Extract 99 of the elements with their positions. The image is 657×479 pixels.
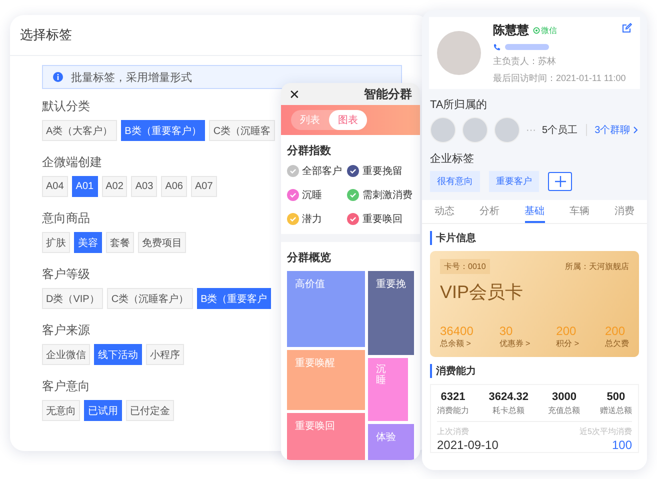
stat-value: 3624.32 (488, 391, 528, 403)
tag-option[interactable]: 免费项目 (138, 232, 186, 253)
legend-label: 沉睡 (302, 188, 322, 202)
stat-label: 优惠券 > (499, 338, 530, 349)
block-label: 高价值 (295, 279, 325, 290)
stat-value: 3000 (550, 391, 578, 403)
tag-option[interactable]: A02 (102, 176, 128, 197)
plus-icon (554, 176, 566, 187)
stat-label: 赠送总额 (600, 405, 632, 416)
stat-value: 6321 (440, 391, 466, 403)
legend-label: 全部客户 (302, 164, 342, 178)
legend-label: 潜力 (302, 212, 322, 226)
block-label: 体验 (376, 432, 396, 444)
card-store: 所属：天河旗舰店 (565, 261, 629, 272)
tag-option[interactable]: A01 (72, 176, 98, 197)
group-label: 客户等级 (42, 266, 90, 283)
more-dots: ··· (526, 124, 536, 136)
staff-count: 5个员工 (542, 124, 578, 137)
tag-option[interactable]: A04 (42, 176, 68, 197)
enterprise-tag[interactable]: 很有意向 (430, 171, 480, 192)
panel-title: 智能分群 (364, 86, 412, 102)
stat-value: 200 (605, 324, 626, 338)
group-label: 默认分类 (42, 98, 90, 115)
detail-tab[interactable]: 分析 (480, 200, 500, 223)
notice-text: 批量标签，采用增量形式 (71, 70, 192, 84)
avatar-placeholder (437, 31, 481, 75)
stat-label: 消费能力 (437, 405, 469, 416)
stat-label: 充值总额 (548, 405, 580, 416)
block-label: 重要挽 (376, 279, 406, 290)
tag-option[interactable]: C类（沉睡客 (209, 120, 275, 141)
card-name: VIP会员卡 (440, 281, 524, 304)
tag-option[interactable]: 扩肤 (42, 232, 70, 253)
section-title: TA所归属的 (430, 98, 488, 112)
section-title: 企业标签 (430, 152, 475, 166)
owner-text: 主负责人：苏林 (493, 54, 557, 68)
staff-avatar-placeholder (462, 117, 488, 143)
group-label: 客户来源 (42, 322, 90, 339)
section-title: 分群概览 (287, 250, 332, 265)
group-chat-link[interactable]: 3个群聊 (594, 123, 638, 137)
tag-option[interactable]: D类（VIP） (42, 288, 104, 309)
last-spend-label: 上次消费 (437, 426, 470, 437)
stat-label: 总余额 > (440, 338, 472, 349)
edit-icon[interactable] (622, 23, 632, 33)
card-number: 卡号：0010 (440, 259, 490, 274)
phone-icon (493, 42, 501, 50)
staff-avatar-placeholder (494, 117, 520, 143)
at-icon (533, 26, 540, 34)
stat-value: 500 (606, 391, 626, 403)
stat-value: 200 (556, 324, 578, 338)
panel-title: 选择标签 (20, 26, 72, 44)
stat-value: 36400 (440, 324, 474, 338)
tag-option[interactable]: 已付定金 (126, 400, 174, 421)
chevron-right-icon (633, 126, 638, 134)
section-title: 卡片信息 (430, 231, 647, 245)
detail-tab[interactable]: 动态 (434, 200, 454, 223)
detail-tab[interactable]: 消费 (614, 200, 634, 223)
tag-option[interactable]: B类（重要客户） (120, 120, 206, 141)
stat-label: 耗卡总额 (492, 405, 526, 416)
tag-option[interactable]: A07 (190, 176, 217, 197)
tag-option[interactable]: 美容 (74, 232, 102, 253)
section-title: 消费能力 (430, 364, 647, 378)
last-visit-text: 最后回访时间：2021-01-11 11:00 (493, 72, 626, 84)
stat-label: 总欠费 (605, 338, 629, 349)
tag-option[interactable]: A类（大客户） (42, 120, 117, 141)
average-spend-label: 近5次平均消费 (580, 426, 632, 437)
block-label: 沉睡 (376, 364, 386, 386)
close-button[interactable]: ✕ (289, 86, 300, 102)
tag-option[interactable]: B类（重要客户 (196, 288, 272, 309)
group-label: 企微端创建 (42, 154, 102, 171)
tag-option[interactable]: 企业微信 (42, 344, 90, 365)
enterprise-tag[interactable]: 重要客户 (489, 171, 539, 192)
masked-phone-number (505, 44, 549, 50)
legend-label: 重要挽留 (362, 164, 402, 178)
tag-option[interactable]: 小程序 (146, 344, 184, 365)
info-icon (53, 72, 63, 82)
tag-option[interactable]: C类（沉睡客户） (107, 288, 193, 309)
section-title: 分群指数 (287, 144, 332, 158)
last-spend-date: 2021-09-10 (437, 438, 498, 452)
stat-value: 30 (499, 324, 514, 338)
detail-tab[interactable]: 基础 (524, 200, 544, 223)
tag-option[interactable]: 已试用 (84, 400, 122, 421)
tag-option[interactable]: A03 (131, 176, 158, 197)
tag-option[interactable]: 无意向 (42, 400, 80, 421)
stat-label: 积分 > (556, 338, 580, 349)
legend-label: 需刺激消费 (362, 188, 412, 202)
staff-avatar-placeholder (430, 117, 456, 143)
customer-name: 陈慧慧 (493, 22, 529, 38)
group-label: 意向商品 (42, 210, 90, 227)
detail-tab[interactable]: 车辆 (570, 200, 590, 223)
block-label: 重要唤醒 (295, 358, 335, 369)
tag-option[interactable]: 套餐 (106, 232, 134, 253)
add-tag-button[interactable] (548, 172, 572, 191)
block-label: 重要唤回 (295, 420, 335, 432)
tag-option[interactable]: 线下活动 (94, 344, 142, 365)
average-spend-value: 100 (610, 438, 632, 452)
tag-option[interactable]: A06 (161, 176, 187, 197)
channel-label: 微信 (541, 24, 557, 36)
legend-label: 重要唤回 (362, 212, 402, 226)
group-label: 客户意向 (42, 378, 90, 395)
